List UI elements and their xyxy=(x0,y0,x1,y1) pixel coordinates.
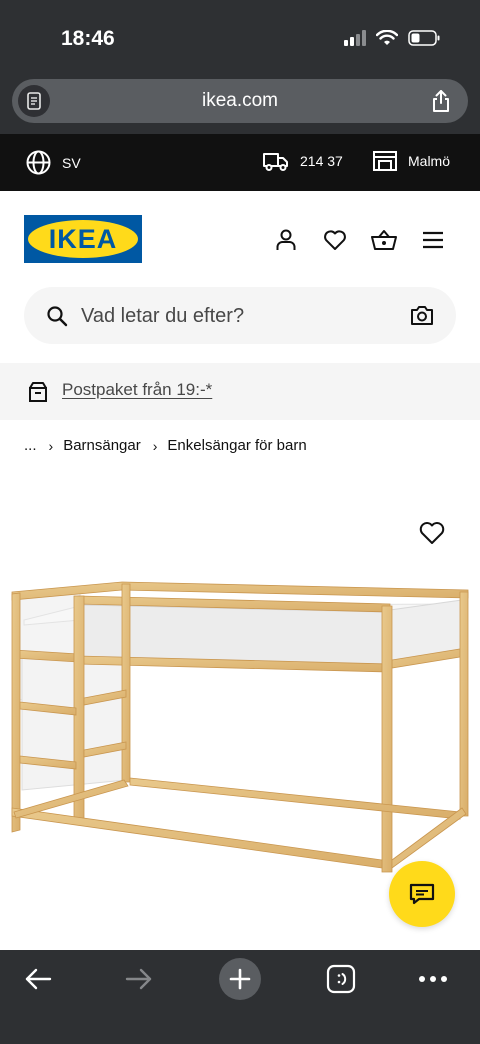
address-bar[interactable]: ikea.com xyxy=(12,79,468,123)
url-text: ikea.com xyxy=(201,90,279,111)
more-icon[interactable] xyxy=(415,962,451,996)
zip-code-label: 214 37 xyxy=(300,153,343,169)
store-label: Malmö xyxy=(408,153,451,169)
status-bar: 18:46 xyxy=(0,0,480,74)
user-icon[interactable] xyxy=(273,227,299,253)
basket-icon[interactable] xyxy=(371,227,397,253)
back-arrow-icon[interactable] xyxy=(22,962,54,996)
truck-icon xyxy=(263,153,288,171)
new-tab-plus-icon[interactable] xyxy=(218,957,262,1001)
header-actions xyxy=(273,227,446,253)
cellular-signal-icon xyxy=(344,30,366,46)
store-selector[interactable]: Malmö xyxy=(372,150,450,172)
tabs-icon[interactable] xyxy=(325,962,357,996)
top-info-strip: SV 214 37 Malmö xyxy=(0,134,480,191)
ikea-logo[interactable]: IKEA xyxy=(24,215,142,263)
forward-arrow-icon xyxy=(123,962,155,996)
camera-icon[interactable] xyxy=(410,304,434,326)
search-icon xyxy=(47,306,68,327)
status-icons xyxy=(344,30,440,46)
menu-icon[interactable] xyxy=(420,227,446,253)
breadcrumb-ellipsis[interactable]: ... xyxy=(24,437,37,454)
breadcrumb-separator: › xyxy=(152,437,158,454)
globe-icon xyxy=(26,150,51,175)
wifi-icon xyxy=(376,30,398,45)
language-label: SV xyxy=(62,154,81,171)
store-icon xyxy=(373,151,397,171)
delivery-zip-selector[interactable]: 214 37 xyxy=(262,150,343,172)
promo-link[interactable]: Postpaket från 19:-* xyxy=(62,380,212,400)
chat-support-button[interactable] xyxy=(389,861,455,927)
shipping-promo-banner: Postpaket från 19:-* xyxy=(0,363,480,420)
battery-icon xyxy=(408,30,440,46)
add-to-favorites-heart-icon[interactable] xyxy=(418,519,446,547)
browser-bottom-toolbar xyxy=(0,950,480,1044)
status-time: 18:46 xyxy=(61,27,115,50)
heart-icon[interactable] xyxy=(322,227,348,253)
logo-text: IKEA xyxy=(48,223,118,254)
breadcrumb-item-barnsangar[interactable]: Barnsängar xyxy=(63,437,141,454)
product-image-loft-bed[interactable] xyxy=(0,560,480,890)
share-icon[interactable] xyxy=(428,88,454,114)
search-field[interactable]: Vad letar du efter? xyxy=(24,287,456,344)
search-placeholder: Vad letar du efter? xyxy=(81,305,245,327)
chat-bubble-icon xyxy=(409,883,435,905)
breadcrumb: ... › Barnsängar › Enkelsängar för barn xyxy=(24,437,307,454)
parcel-icon xyxy=(29,382,47,402)
site-header: IKEA xyxy=(0,191,480,286)
browser-url-area: ikea.com xyxy=(0,74,480,134)
language-selector[interactable]: SV xyxy=(26,150,81,175)
breadcrumb-item-enkelsangar[interactable]: Enkelsängar för barn xyxy=(167,437,306,454)
breadcrumb-separator: › xyxy=(48,437,54,454)
